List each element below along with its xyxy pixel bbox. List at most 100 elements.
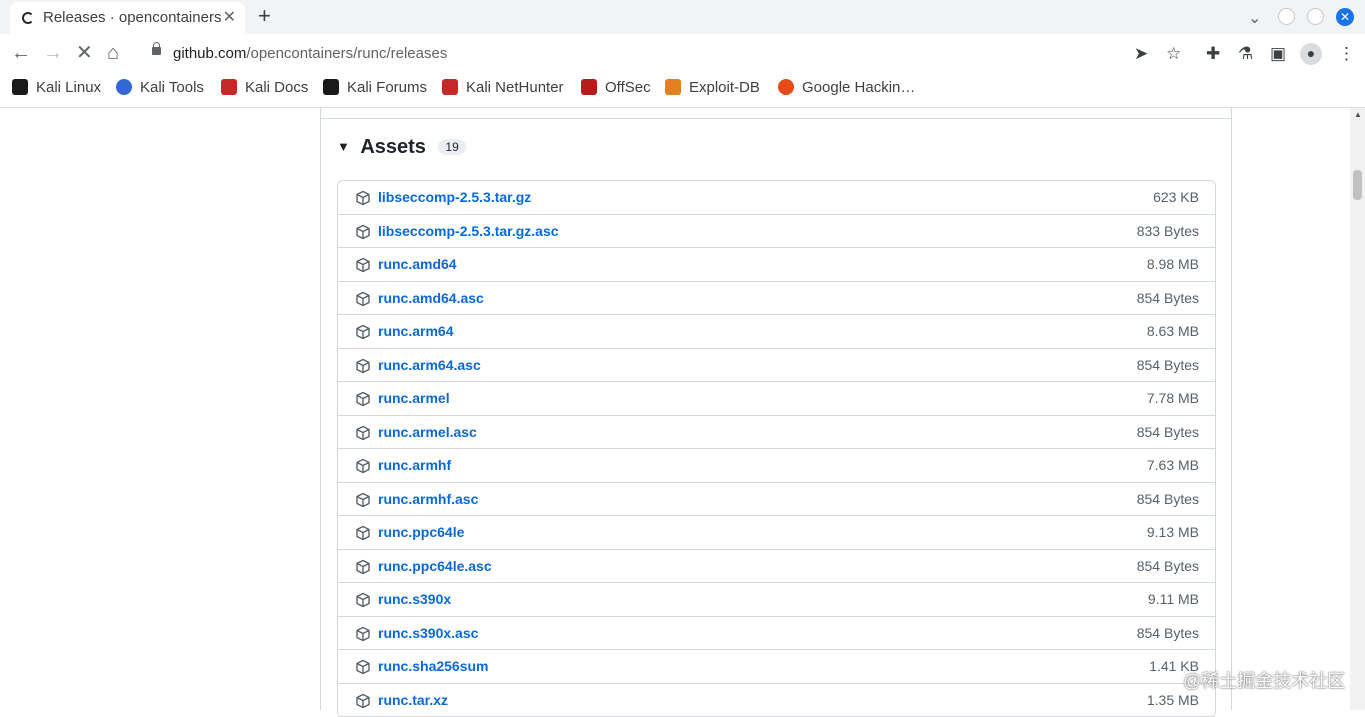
asset-download-link[interactable]: runc.arm64 (378, 323, 453, 339)
scrollbar-thumb[interactable] (1353, 170, 1362, 200)
extensions-icon[interactable]: ✚ (1206, 44, 1220, 64)
asset-download-link[interactable]: runc.armel (378, 390, 450, 406)
asset-row: runc.ppc64le 9.13 MB (338, 516, 1215, 550)
bookmark-offsec[interactable]: OffSec (581, 79, 651, 96)
package-icon (355, 626, 371, 642)
url-text[interactable]: github.com/opencontainers/runc/releases (173, 45, 447, 62)
github-favicon-icon (22, 12, 34, 24)
asset-row: libseccomp-2.5.3.tar.gz.asc 833 Bytes (338, 215, 1215, 249)
bookmark-exploit-db[interactable]: Exploit-DB (665, 79, 760, 96)
bookmark-star-icon[interactable]: ☆ (1166, 44, 1181, 64)
bookmark-kali-nethunter[interactable]: Kali NetHunter (442, 79, 564, 96)
kali-forums-icon (323, 79, 339, 95)
bookmark-google-hacking[interactable]: Google Hackin… (778, 79, 915, 96)
new-tab-button[interactable]: + (258, 4, 271, 28)
assets-count-badge: 19 (438, 139, 465, 155)
kali-docs-icon (221, 79, 237, 95)
back-icon[interactable]: ← (11, 42, 31, 64)
asset-size: 7.63 MB (1147, 457, 1199, 473)
asset-size: 854 Bytes (1137, 290, 1199, 306)
package-icon (355, 458, 371, 474)
asset-size: 833 Bytes (1137, 223, 1199, 239)
asset-size: 9.13 MB (1147, 524, 1199, 540)
asset-list: libseccomp-2.5.3.tar.gz623 KBlibseccomp-… (337, 180, 1216, 717)
package-icon (355, 257, 371, 273)
asset-row: runc.armhf.asc854 Bytes (338, 483, 1215, 517)
asset-download-link[interactable]: runc.tar.xz (378, 692, 448, 708)
asset-row: runc.arm64 8.63 MB (338, 315, 1215, 349)
asset-download-link[interactable]: runc.armhf (378, 457, 451, 473)
asset-size: 854 Bytes (1137, 357, 1199, 373)
asset-row: runc.sha256sum1.41 KB (338, 650, 1215, 684)
asset-size: 8.98 MB (1147, 256, 1199, 272)
minimize-button[interactable] (1278, 8, 1295, 25)
bookmark-kali-tools[interactable]: Kali Tools (116, 79, 204, 96)
asset-download-link[interactable]: runc.armhf.asc (378, 491, 478, 507)
bookmark-kali-linux[interactable]: Kali Linux (12, 79, 101, 96)
asset-size: 8.63 MB (1147, 323, 1199, 339)
asset-download-link[interactable]: libseccomp-2.5.3.tar.gz.asc (378, 223, 559, 239)
package-icon (355, 525, 371, 541)
package-icon (355, 190, 371, 206)
assets-summary[interactable]: ▼ Assets 19 (337, 136, 466, 159)
asset-size: 854 Bytes (1137, 424, 1199, 440)
asset-row: runc.armhf 7.63 MB (338, 449, 1215, 483)
address-bar[interactable]: github.com/opencontainers/runc/releases (140, 37, 1164, 71)
package-icon (355, 391, 371, 407)
close-tab-icon[interactable]: ✕ (223, 8, 236, 28)
tab-bar: Releases · opencontainers/runc ✕ + ⌄ ✕ (0, 0, 1365, 34)
asset-download-link[interactable]: runc.armel.asc (378, 424, 477, 440)
watermark: @稀土掘金技术社区 (1183, 667, 1345, 693)
package-icon (355, 693, 371, 709)
stop-loading-icon[interactable]: ✕ (76, 42, 93, 64)
asset-download-link[interactable]: runc.sha256sum (378, 658, 489, 674)
asset-download-link[interactable]: runc.amd64.asc (378, 290, 484, 306)
asset-download-link[interactable]: runc.s390x.asc (378, 625, 478, 641)
asset-row: runc.armel.asc 854 Bytes (338, 416, 1215, 450)
asset-row: runc.arm64.asc 854 Bytes (338, 349, 1215, 383)
menu-kebab-icon[interactable]: ⋮ (1338, 44, 1355, 64)
asset-download-link[interactable]: runc.ppc64le (378, 524, 464, 540)
asset-download-link[interactable]: libseccomp-2.5.3.tar.gz (378, 189, 531, 205)
tab-search-icon[interactable]: ⌄ (1248, 8, 1261, 28)
forward-icon[interactable]: → (43, 42, 63, 64)
package-icon (355, 224, 371, 240)
asset-download-link[interactable]: runc.ppc64le.asc (378, 558, 492, 574)
browser-tab[interactable]: Releases · opencontainers/runc ✕ (10, 2, 245, 34)
asset-row: libseccomp-2.5.3.tar.gz 623 KB (338, 181, 1215, 215)
window-close-button[interactable]: ✕ (1336, 8, 1354, 26)
lock-icon (152, 47, 161, 55)
maximize-button[interactable] (1307, 8, 1324, 25)
side-panel-icon[interactable]: ▣ (1270, 44, 1286, 64)
asset-row: runc.tar.xz1.35 MB (338, 684, 1215, 717)
tab-title: Releases · opencontainers/runc (43, 9, 221, 26)
bookmark-kali-forums[interactable]: Kali Forums (323, 79, 427, 96)
asset-size: 854 Bytes (1137, 558, 1199, 574)
asset-size: 854 Bytes (1137, 625, 1199, 641)
package-icon (355, 291, 371, 307)
package-icon (355, 559, 371, 575)
asset-size: 7.78 MB (1147, 390, 1199, 406)
exploit-db-icon (665, 79, 681, 95)
scroll-up-arrow-icon[interactable]: ▲ (1354, 110, 1362, 119)
asset-download-link[interactable]: runc.s390x (378, 591, 451, 607)
kali-nethunter-icon (442, 79, 458, 95)
package-icon (355, 425, 371, 441)
assets-title: Assets (360, 136, 426, 158)
asset-download-link[interactable]: runc.amd64 (378, 256, 457, 272)
caret-down-icon: ▼ (337, 139, 350, 154)
package-icon (355, 492, 371, 508)
asset-download-link[interactable]: runc.arm64.asc (378, 357, 481, 373)
asset-row: runc.s390x.asc 854 Bytes (338, 617, 1215, 651)
page-scrollbar[interactable]: ▲ (1350, 108, 1365, 710)
package-icon (355, 592, 371, 608)
home-icon[interactable]: ⌂ (107, 42, 119, 64)
package-icon (355, 358, 371, 374)
asset-row: runc.amd64.asc 854 Bytes (338, 282, 1215, 316)
profile-avatar-icon[interactable]: ● (1300, 43, 1322, 65)
lab-icon[interactable]: ⚗ (1238, 44, 1253, 64)
asset-size: 623 KB (1153, 189, 1199, 205)
send-icon[interactable]: ➤ (1134, 44, 1148, 64)
bookmark-kali-docs[interactable]: Kali Docs (221, 79, 308, 96)
offsec-icon (581, 79, 597, 95)
